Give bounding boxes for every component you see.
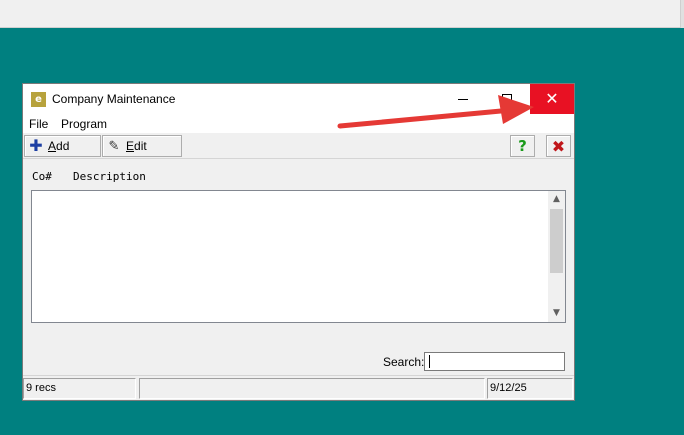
status-record-count: 9 recs <box>23 378 136 399</box>
edit-button[interactable]: ✎ Edit <box>102 135 182 157</box>
add-button-label: Add <box>48 139 70 153</box>
search-input[interactable] <box>424 352 565 371</box>
close-icon: ✕ <box>545 89 559 108</box>
minimize-icon <box>458 98 468 100</box>
minimize-button[interactable] <box>441 84 485 114</box>
maximize-icon <box>502 94 512 104</box>
status-date: 9/12/25 <box>487 378 573 399</box>
edit-button-label: Edit <box>126 139 147 153</box>
status-bar: 9 recs 9/12/25 <box>23 375 574 400</box>
maximize-button[interactable] <box>485 84 529 114</box>
scroll-down-icon[interactable]: ▼ <box>548 305 565 322</box>
add-button[interactable]: ✚ Add <box>24 135 101 157</box>
window-close-button[interactable]: ✕ <box>530 84 574 114</box>
red-x-icon: ✖ <box>551 136 566 156</box>
plus-icon: ✚ <box>29 136 43 155</box>
vertical-scrollbar[interactable]: ▲ ▼ <box>548 191 565 322</box>
company-maintenance-window: e Company Maintenance ✕ File Program ✚ A… <box>22 83 575 401</box>
search-label: Search: <box>383 355 425 369</box>
title-bar[interactable]: e Company Maintenance ✕ <box>23 84 574 114</box>
top-strip-edge <box>680 0 684 28</box>
menu-bar: File Program <box>23 114 574 133</box>
app-e-icon: e <box>31 92 46 107</box>
company-list[interactable]: ▲ ▼ <box>31 190 566 323</box>
scroll-up-icon[interactable]: ▲ <box>548 191 565 208</box>
column-header-description: Description <box>73 170 146 183</box>
menu-file[interactable]: File <box>29 117 48 131</box>
status-message <box>139 378 485 399</box>
scroll-thumb[interactable] <box>550 209 563 273</box>
column-header-co: Co# <box>32 170 52 183</box>
window-title: Company Maintenance <box>52 92 176 106</box>
toolbar: ✚ Add ✎ Edit ? ✖ <box>23 133 574 159</box>
pencil-icon: ✎ <box>108 138 120 154</box>
column-headers: Co# Description <box>23 170 574 186</box>
menu-program[interactable]: Program <box>61 117 107 131</box>
help-button[interactable]: ? <box>510 135 535 157</box>
top-strip <box>0 0 684 28</box>
text-caret <box>429 355 430 368</box>
exit-button[interactable]: ✖ <box>546 135 571 157</box>
question-mark-icon: ? <box>518 137 527 155</box>
